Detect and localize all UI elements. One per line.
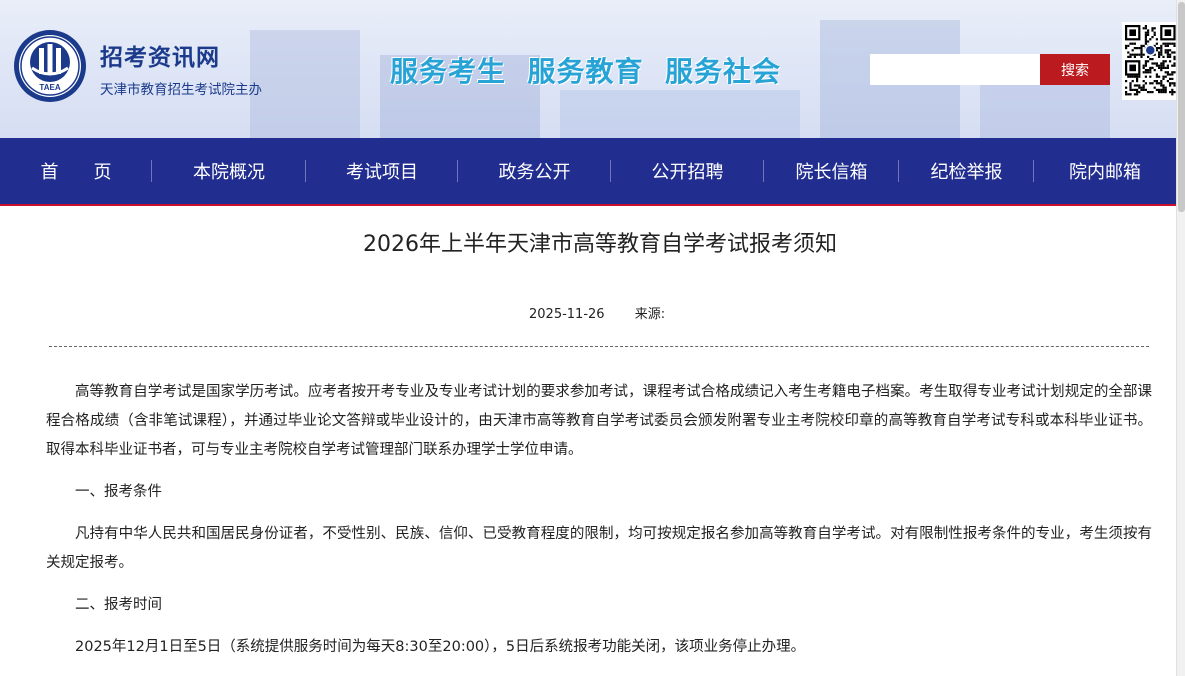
search-button[interactable]: 搜索 [1040,54,1110,85]
banner-building-decoration [250,30,360,138]
nav-item-report[interactable]: 纪检举报 [899,138,1034,204]
header-banner: TAEA 招考资讯网 天津市教育招生考试院主办 服务考生 服务教育 服务社会 搜… [0,0,1176,138]
section-heading: 一、报考条件 [75,484,162,500]
nav-item-about[interactable]: 本院概况 [152,138,306,204]
article-paragraph: 2025年12月1日至5日（系统提供服务时间为每天8:30至20:00），5日后… [75,639,806,655]
banner-slogan: 服务考生 服务教育 服务社会 [390,55,781,88]
article-title: 2026年上半年天津市高等教育自学考试报考须知 [363,232,837,257]
nav-item-director-mailbox[interactable]: 院长信箱 [764,138,899,204]
article-paragraph: 凡持有中华人民共和国居民身份证者，不受性别、民族、信仰、已受教育程度的限制，均可… [46,526,1152,571]
article-body: 高等教育自学考试是国家学历考试。应考者按开考专业及专业考试计划的要求参加考试，课… [46,378,1152,675]
nav-item-internal-mail[interactable]: 院内邮箱 [1034,138,1176,204]
page-scrollbar[interactable] [1176,0,1185,676]
nav-item-gov-affairs[interactable]: 政务公开 [458,138,611,204]
logo-text: TAEA [39,83,60,92]
site-subtitle: 天津市教育招生考试院主办 [100,82,262,98]
article-divider [49,346,1149,347]
article-date: 2025-11-26 [529,307,605,322]
banner-building-decoration [560,90,800,138]
scrollbar-thumb[interactable] [1178,2,1185,212]
nav-item-recruitment[interactable]: 公开招聘 [611,138,764,204]
section-heading: 二、报考时间 [75,597,162,613]
article-paragraph: 高等教育自学考试是国家学历考试。应考者按开考专业及专业考试计划的要求参加考试，课… [46,384,1152,458]
search-input[interactable] [870,54,1040,85]
main-nav: 首页 本院概况 考试项目 政务公开 公开招聘 院长信箱 纪检举报 院内邮箱 [0,138,1176,204]
site-name[interactable]: 招考资讯网 [100,38,220,72]
article-source-label: 来源: [634,307,666,322]
qr-code-icon [1122,22,1176,100]
taea-emblem-icon: TAEA [14,30,86,102]
nav-item-exams[interactable]: 考试项目 [306,138,458,204]
nav-divider [0,204,1176,206]
site-logo-icon[interactable]: TAEA [12,28,88,104]
article-meta: 2025-11-26 来源: [529,303,665,322]
nav-item-home[interactable]: 首页 [0,138,152,204]
